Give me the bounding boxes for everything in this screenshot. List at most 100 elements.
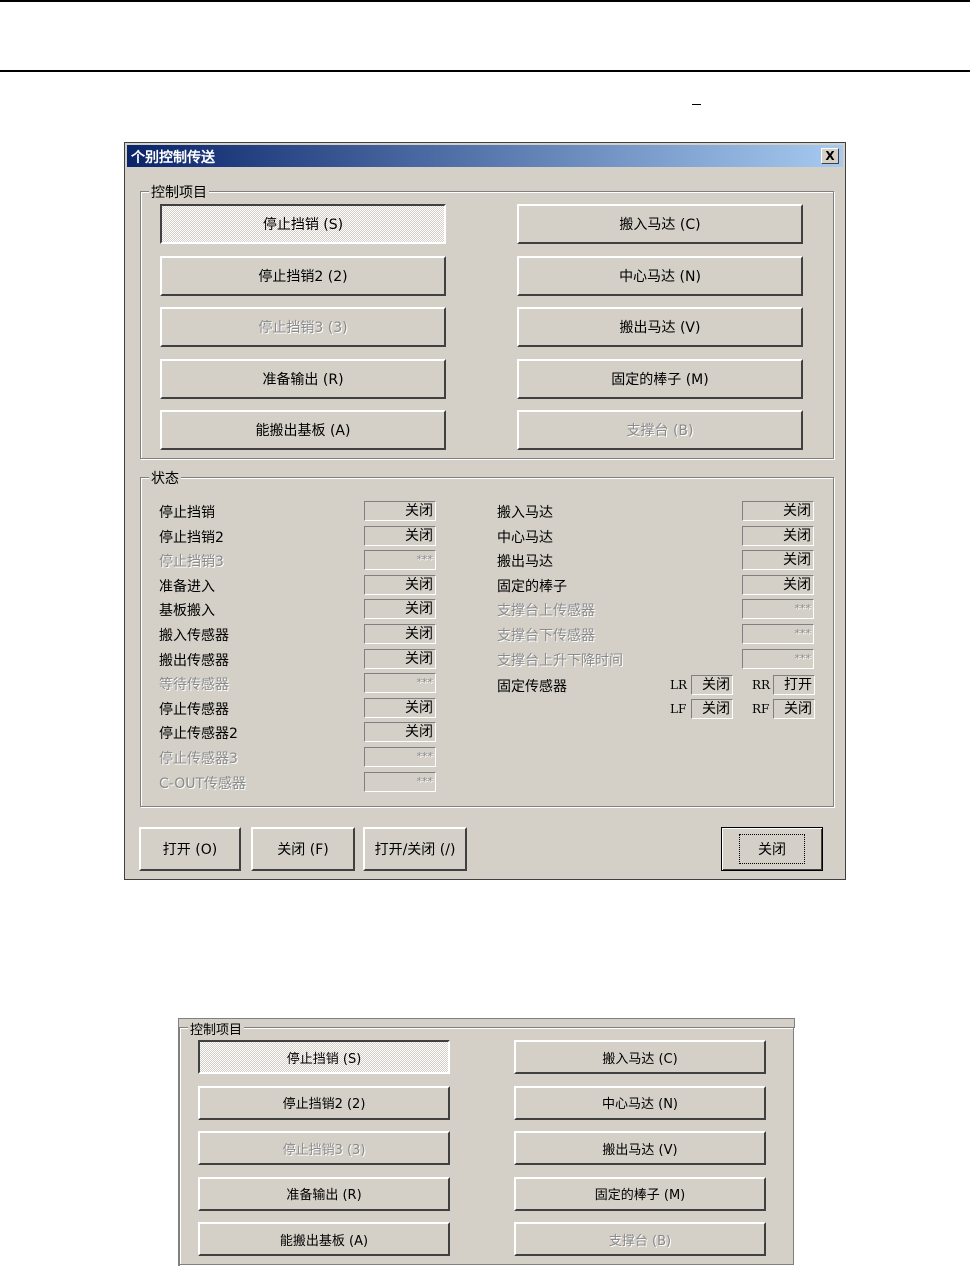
text-cursor-mark bbox=[692, 104, 701, 105]
right-status-label: 支撑台上升下降时间 bbox=[497, 652, 623, 669]
control-left-button-4[interactable]: 准备输出 (R) bbox=[160, 358, 446, 399]
right-status-value: 关闭 bbox=[742, 501, 814, 521]
detail-right-button-3[interactable]: 搬出马达 (V) bbox=[514, 1131, 766, 1165]
right-status-value: *** bbox=[742, 624, 814, 644]
control-left-button-2[interactable]: 停止挡销2 (2) bbox=[160, 255, 446, 296]
left-status-value: 关闭 bbox=[364, 574, 436, 595]
rr-label: RR bbox=[752, 678, 771, 692]
title-bar: 个别控制传送 X bbox=[127, 145, 843, 167]
left-status-value: 关闭 bbox=[364, 501, 436, 521]
control-right-button-label: 支撑台 (B) bbox=[626, 423, 694, 439]
left-status-label: C-OUT传感器 bbox=[159, 775, 247, 792]
right-status-value: 关闭 bbox=[742, 550, 814, 571]
control-left-button-1[interactable]: 停止挡销 (S) bbox=[160, 204, 446, 244]
close-f-button-label: 关闭 (F) bbox=[277, 842, 329, 858]
detail-left-button-5[interactable]: 能搬出基板 (A) bbox=[198, 1222, 450, 1256]
right-status-value: *** bbox=[742, 648, 814, 669]
right-status-value: 关闭 bbox=[742, 574, 814, 595]
status-legend: 状态 bbox=[149, 468, 181, 488]
control-left-button-5[interactable]: 能搬出基板 (A) bbox=[160, 410, 446, 450]
detail-right-button-label: 搬出马达 (V) bbox=[602, 1142, 678, 1158]
detail-right-button-1[interactable]: 搬入马达 (C) bbox=[514, 1040, 766, 1074]
left-status-label: 基板搬入 bbox=[159, 603, 215, 620]
control-left-button-label: 停止挡销2 (2) bbox=[258, 268, 348, 285]
control-left-button-label: 停止挡销 (S) bbox=[262, 217, 344, 233]
right-status-label: 支撑台下传感器 bbox=[497, 628, 595, 644]
left-status-value: *** bbox=[364, 747, 436, 767]
control-items-panel-detail: 控制项目 停止挡销 (S) 停止挡销2 (2) 停止挡销3 (3) 准备输出 (R) 能… bbox=[178, 1018, 795, 1266]
right-status-label: 固定的棒子 bbox=[497, 578, 567, 595]
top-rule bbox=[0, 0, 970, 2]
detail-right-button-5: 支撑台 (B) bbox=[514, 1222, 766, 1256]
left-status-value: *** bbox=[364, 771, 436, 792]
detail-left-button-label: 准备输出 (R) bbox=[286, 1188, 362, 1203]
right-status-value: 关闭 bbox=[742, 525, 814, 546]
lr-value: 关闭 bbox=[691, 675, 733, 695]
control-right-button-label: 搬入马达 (C) bbox=[619, 217, 701, 233]
dialog-title: 个别控制传送 bbox=[131, 150, 215, 166]
header-rule bbox=[0, 70, 970, 72]
control-right-button-4[interactable]: 固定的棒子 (M) bbox=[517, 358, 803, 399]
right-status-label: 搬出马达 bbox=[497, 554, 553, 571]
detail-left-button-label: 能搬出基板 (A) bbox=[279, 1233, 369, 1249]
right-status-value: *** bbox=[742, 599, 814, 620]
left-status-value: *** bbox=[364, 673, 436, 694]
rf-value: 关闭 bbox=[773, 699, 815, 719]
rr-value: 打开 bbox=[773, 675, 815, 695]
left-status-value: 关闭 bbox=[364, 599, 436, 620]
control-right-button-label: 搬出马达 (V) bbox=[619, 320, 701, 336]
control-right-button-label: 中心马达 (N) bbox=[619, 268, 701, 285]
control-left-button-label: 停止挡销3 (3) bbox=[258, 320, 348, 336]
right-status-label: 支撑台上传感器 bbox=[497, 603, 595, 620]
left-status-label: 停止传感器2 bbox=[159, 726, 238, 743]
lr-label: LR bbox=[670, 678, 688, 692]
open-button[interactable]: 打开 (O) bbox=[139, 827, 241, 871]
detail-right-button-2[interactable]: 中心马达 (N) bbox=[514, 1085, 766, 1120]
left-status-label: 停止挡销 bbox=[159, 505, 215, 521]
control-right-button-3[interactable]: 搬出马达 (V) bbox=[517, 307, 803, 347]
right-status-label: 中心马达 bbox=[497, 529, 553, 546]
individual-control-dialog: 个别控制传送 X 控制项目 停止挡销 (S) 停止挡销2 (2) 停止挡销3 (3)… bbox=[124, 142, 846, 880]
lf-label: LF bbox=[670, 702, 687, 716]
close-dialog-button-label: 关闭 bbox=[739, 834, 805, 864]
detail-left-button-label: 停止挡销2 (2) bbox=[282, 1097, 366, 1112]
close-dialog-button[interactable]: 关闭 bbox=[721, 827, 823, 871]
control-items-group-detail: 控制项目 停止挡销 (S) 停止挡销2 (2) 停止挡销3 (3) 准备输出 (R) 能… bbox=[179, 1019, 794, 1265]
control-right-button-2[interactable]: 中心马达 (N) bbox=[517, 255, 803, 296]
control-left-button-label: 准备输出 (R) bbox=[262, 371, 344, 388]
detail-right-button-label: 固定的棒子 (M) bbox=[594, 1188, 686, 1203]
left-status-label: 准备进入 bbox=[159, 578, 215, 595]
rf-label: RF bbox=[752, 702, 770, 716]
lf-value: 关闭 bbox=[691, 699, 733, 719]
control-items-legend-detail: 控制项目 bbox=[188, 1019, 245, 1038]
open-close-toggle-label: 打开/关闭 (/) bbox=[374, 842, 456, 858]
detail-left-button-label: 停止挡销3 (3) bbox=[282, 1142, 366, 1158]
control-right-button-5: 支撑台 (B) bbox=[517, 410, 803, 450]
detail-left-button-1[interactable]: 停止挡销 (S) bbox=[198, 1040, 450, 1074]
detail-left-button-label: 停止挡销 (S) bbox=[286, 1051, 362, 1067]
left-status-label: 停止挡销3 bbox=[159, 554, 224, 571]
control-left-button-3: 停止挡销3 (3) bbox=[160, 307, 446, 347]
left-status-value: 关闭 bbox=[364, 648, 436, 669]
open-button-label: 打开 (O) bbox=[162, 842, 218, 858]
detail-left-button-3: 停止挡销3 (3) bbox=[198, 1131, 450, 1165]
control-left-button-label: 能搬出基板 (A) bbox=[255, 423, 351, 439]
open-close-toggle-button[interactable]: 打开/关闭 (/) bbox=[363, 827, 467, 871]
left-status-label: 搬出传感器 bbox=[159, 652, 229, 669]
left-status-label: 停止挡销2 bbox=[159, 529, 224, 546]
close-f-button[interactable]: 关闭 (F) bbox=[251, 827, 355, 871]
left-status-value: 关闭 bbox=[364, 525, 436, 546]
control-items-group: 控制项目 停止挡销 (S) 停止挡销2 (2) 停止挡销3 (3) 准备输出 (R) 能… bbox=[140, 182, 834, 459]
fixed-sensor-label: 固定传感器 bbox=[497, 679, 567, 695]
detail-right-button-4[interactable]: 固定的棒子 (M) bbox=[514, 1176, 766, 1211]
detail-left-button-4[interactable]: 准备输出 (R) bbox=[198, 1176, 450, 1211]
left-status-label: 搬入传感器 bbox=[159, 628, 229, 644]
close-icon[interactable]: X bbox=[821, 148, 839, 164]
left-status-label: 停止传感器3 bbox=[159, 751, 238, 767]
detail-right-button-label: 中心马达 (N) bbox=[601, 1097, 678, 1112]
detail-left-button-2[interactable]: 停止挡销2 (2) bbox=[198, 1085, 450, 1120]
control-right-button-label: 固定的棒子 (M) bbox=[611, 371, 709, 388]
left-status-value: *** bbox=[364, 550, 436, 571]
right-status-label: 搬入马达 bbox=[497, 505, 553, 521]
control-right-button-1[interactable]: 搬入马达 (C) bbox=[517, 204, 803, 244]
